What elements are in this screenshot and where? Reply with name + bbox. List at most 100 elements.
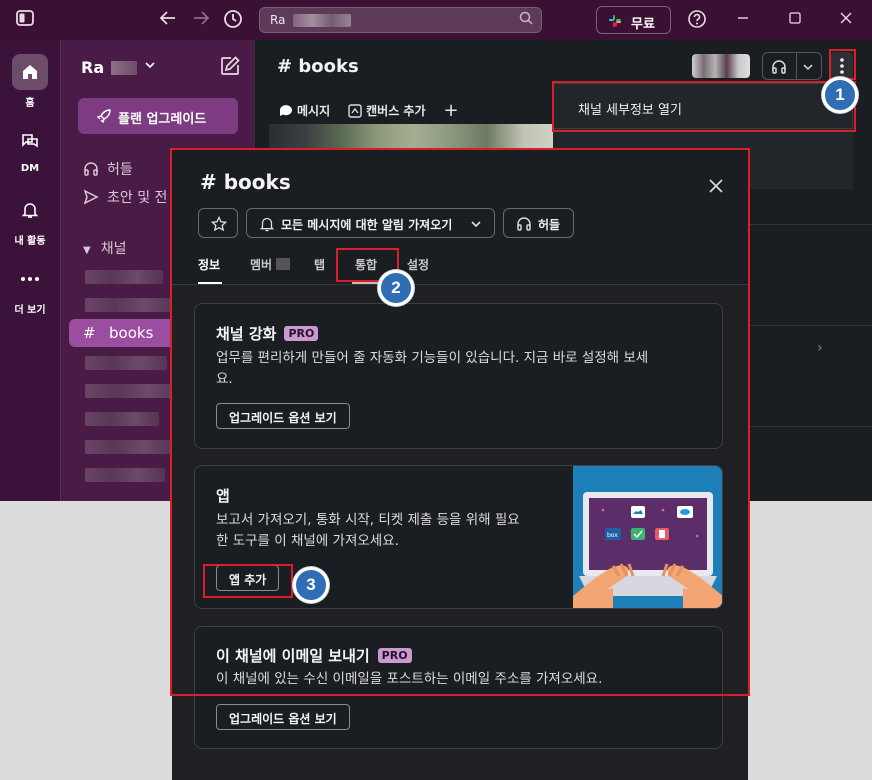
- workspace-name[interactable]: Ra: [81, 58, 104, 77]
- canvas-icon: [348, 103, 362, 118]
- view-upgrade-options-button[interactable]: 업그레이드 옵션 보기: [216, 704, 350, 730]
- history-icon[interactable]: [222, 9, 244, 34]
- channels-section-header[interactable]: ▼ 채널: [83, 238, 126, 258]
- channels-section-label: 채널: [100, 241, 127, 257]
- search-input[interactable]: Ra: [259, 7, 542, 33]
- sidebar-item-drafts[interactable]: 초안 및 전: [83, 187, 167, 207]
- divider: [796, 52, 797, 80]
- redacted-search-text: [293, 14, 351, 27]
- card-title: 이 채널에 이메일 보내기 PRO: [216, 645, 412, 666]
- star-channel-button[interactable]: [198, 208, 238, 238]
- upgrade-plan-label: 플랜 업그레이드: [118, 112, 207, 127]
- channel-header-title[interactable]: # books: [277, 56, 359, 77]
- huddle-button[interactable]: [762, 52, 822, 80]
- channel-context-menu: 채널 세부정보 열기: [553, 83, 853, 129]
- card-description: 보고서 가져오기, 통화 시작, 티켓 제출 등을 위해 필요 한 도구를 이 …: [216, 510, 520, 552]
- redacted-message-preview: [269, 124, 559, 148]
- rail-item-home[interactable]: 홈: [0, 54, 60, 109]
- tab-integrations[interactable]: 통합: [355, 256, 377, 273]
- apps-card: 앱 보고서 가져오기, 통화 시작, 티켓 제출 등을 위해 필요 한 도구를 …: [194, 465, 723, 609]
- rail-label-home: 홈: [25, 98, 35, 109]
- minimize-icon[interactable]: [733, 10, 753, 30]
- upgrade-plan-button[interactable]: 무료: [596, 6, 671, 34]
- background-area: [0, 501, 172, 780]
- tab-messages[interactable]: 메시지: [279, 102, 330, 119]
- forward-arrow-icon[interactable]: [191, 10, 211, 31]
- kebab-icon: [840, 58, 844, 74]
- close-icon[interactable]: [704, 174, 728, 198]
- redacted-channel: [85, 384, 181, 398]
- modal-title: # books: [200, 170, 291, 194]
- tab-label: 메시지: [297, 104, 331, 118]
- email-to-channel-card: 이 채널에 이메일 보내기 PRO 이 채널에 있는 수신 이메일을 포스트하는…: [194, 626, 723, 749]
- tab-settings[interactable]: 설정: [407, 256, 429, 273]
- headphones-icon: [517, 217, 531, 231]
- rail-label-dm: DM: [20, 163, 40, 174]
- view-upgrade-options-button[interactable]: 업그레이드 옵션 보기: [216, 403, 350, 429]
- redacted-channel: [85, 298, 175, 312]
- home-icon: [12, 54, 48, 90]
- sidebar-item-label: 허들: [107, 162, 133, 178]
- compose-icon[interactable]: [218, 54, 242, 78]
- send-icon: [83, 189, 99, 205]
- card-description: 업무를 편리하게 만들어 줄 자동화 기능들이 있습니다. 지금 바로 설정해 …: [216, 348, 648, 390]
- notification-settings-button[interactable]: 모든 메시지에 대한 알림 가져오기: [246, 208, 495, 238]
- channel-title-text: books: [298, 56, 359, 77]
- pro-badge: PRO: [284, 326, 319, 341]
- card-title: 채널 강화 PRO: [216, 323, 319, 344]
- redacted-member-count: [276, 258, 290, 270]
- close-window-icon[interactable]: [836, 10, 856, 30]
- rail-label-activity: 내 활동: [14, 236, 46, 247]
- notification-button-label: 모든 메시지에 대한 알림 가져오기: [281, 218, 453, 232]
- help-icon[interactable]: [686, 9, 708, 34]
- card-description-line: 업무를 편리하게 만들어 줄 자동화 기능들이 있습니다. 지금 바로 설정해 …: [216, 350, 649, 366]
- apps-illustration: box: [573, 466, 722, 608]
- sidebar-item-label: 초안 및 전: [107, 190, 168, 206]
- rail-item-activity[interactable]: 내 활동: [0, 192, 60, 247]
- sidebar-toggle-icon[interactable]: [15, 10, 35, 31]
- tab-members[interactable]: 멤버: [250, 256, 272, 273]
- menu-item-open-channel-details[interactable]: 채널 세부정보 열기: [578, 99, 682, 118]
- step-1-badge: 1: [822, 77, 858, 113]
- chevron-down-icon[interactable]: [145, 58, 155, 72]
- card-description-line: 보고서 가져오기, 통화 시작, 티켓 제출 등을 위해 필요: [216, 512, 520, 528]
- card-description-line: 요.: [216, 371, 233, 387]
- modal-title-text: books: [223, 170, 291, 194]
- tab-info[interactable]: 정보: [198, 256, 220, 273]
- headphones-icon: [772, 60, 786, 74]
- card-title: 앱: [216, 485, 230, 506]
- member-avatars[interactable]: [692, 54, 750, 78]
- more-options-button[interactable]: [831, 52, 853, 80]
- integrations-panel: 채널 강화 PRO 업무를 편리하게 만들어 줄 자동화 기능들이 있습니다. …: [172, 285, 748, 780]
- tab-tabs[interactable]: 탭: [314, 256, 325, 273]
- chevron-right-icon: ›: [817, 340, 823, 356]
- card-description-line: 이 채널에 있는 수신 이메일을 포스트하는 이메일 주소를 가져오세요.: [216, 671, 603, 687]
- search-icon: [519, 11, 533, 25]
- add-app-button[interactable]: 앱 추가: [216, 565, 280, 591]
- rail-label-more: 더 보기: [14, 305, 46, 316]
- add-tab-icon[interactable]: +: [444, 100, 459, 121]
- rail-item-more[interactable]: 더 보기: [0, 261, 60, 316]
- card-title-text: 앱: [216, 487, 230, 505]
- rail-item-dm[interactable]: DM: [0, 123, 60, 174]
- tab-label: 캔버스 추가: [366, 104, 426, 118]
- huddle-button-label: 허들: [538, 218, 561, 232]
- back-arrow-icon[interactable]: [158, 10, 178, 31]
- start-huddle-button[interactable]: 허들: [503, 208, 574, 238]
- dm-icon: [12, 123, 48, 159]
- chevron-down-icon: [803, 64, 813, 71]
- more-icon: [12, 261, 48, 297]
- pro-badge: PRO: [377, 648, 412, 663]
- card-title-text: 채널 강화: [216, 325, 277, 343]
- maximize-icon[interactable]: [785, 10, 805, 30]
- sidebar-item-huddles[interactable]: 허들: [83, 159, 133, 179]
- card-title-text: 이 채널에 이메일 보내기: [216, 647, 370, 665]
- redacted-workspace-name: [111, 61, 137, 75]
- redacted-channel: [85, 468, 165, 482]
- tab-add-canvas[interactable]: 캔버스 추가: [348, 102, 426, 119]
- upgrade-plan-sidebar-button[interactable]: 플랜 업그레이드: [78, 98, 238, 134]
- hash-icon: #: [83, 324, 96, 342]
- channel-details-modal: # books 모든 메시지에 대한 알림 가져오기 허들 정보 멤버 탭 통합…: [172, 150, 748, 780]
- search-value: Ra: [270, 13, 286, 27]
- headphones-icon: [84, 162, 98, 176]
